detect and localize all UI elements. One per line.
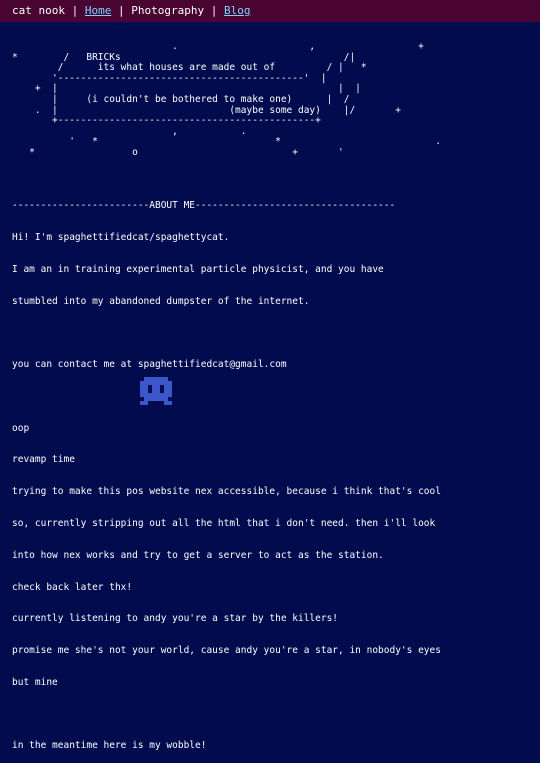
about-line: but mine bbox=[12, 676, 58, 688]
nav-link-photography[interactable]: Photography bbox=[131, 4, 204, 17]
about-line: in the meantime here is my wobble! bbox=[12, 740, 207, 752]
about-line: currently listening to andy you're a sta… bbox=[12, 613, 339, 625]
about-line: Hi! I'm spaghettifiedcat/spaghettycat. bbox=[12, 231, 230, 243]
nav-link-blog[interactable]: Blog bbox=[224, 4, 251, 17]
nav-separator: | bbox=[117, 4, 125, 17]
about-line bbox=[12, 328, 537, 339]
about-line bbox=[12, 392, 537, 403]
nav-separator: | bbox=[210, 4, 218, 17]
about-line: check back later thx! bbox=[12, 581, 133, 593]
nav-separator: | bbox=[71, 4, 79, 17]
site-name: cat nook bbox=[12, 4, 65, 17]
about-section: ------------------------ABOUT ME--------… bbox=[12, 180, 537, 763]
about-line: so, currently stripping out all the html… bbox=[12, 518, 436, 529]
contact-line: you can contact me at spaghettifiedcat@g… bbox=[12, 359, 287, 371]
about-heading: ------------------------ABOUT ME--------… bbox=[12, 200, 396, 212]
pixel-wobble-icon bbox=[140, 377, 172, 405]
nav-link-home[interactable]: Home bbox=[85, 4, 112, 17]
about-line: trying to make this pos website nex acce… bbox=[12, 486, 441, 498]
ascii-art-bricks: . , + * / BRICKs /| / its what houses ar… bbox=[12, 41, 441, 158]
about-line: I am an in training experimental particl… bbox=[12, 263, 384, 275]
top-nav-bar: cat nook | Home | Photography | Blog bbox=[0, 0, 540, 22]
about-line: revamp time bbox=[12, 454, 75, 466]
about-line: promise me she's not your world, cause a… bbox=[12, 645, 441, 657]
about-line: stumbled into my abandoned dumpster of t… bbox=[12, 295, 310, 307]
about-line: into how nex works and try to get a serv… bbox=[12, 549, 384, 561]
about-line bbox=[12, 710, 537, 721]
about-line: oop bbox=[12, 422, 30, 434]
